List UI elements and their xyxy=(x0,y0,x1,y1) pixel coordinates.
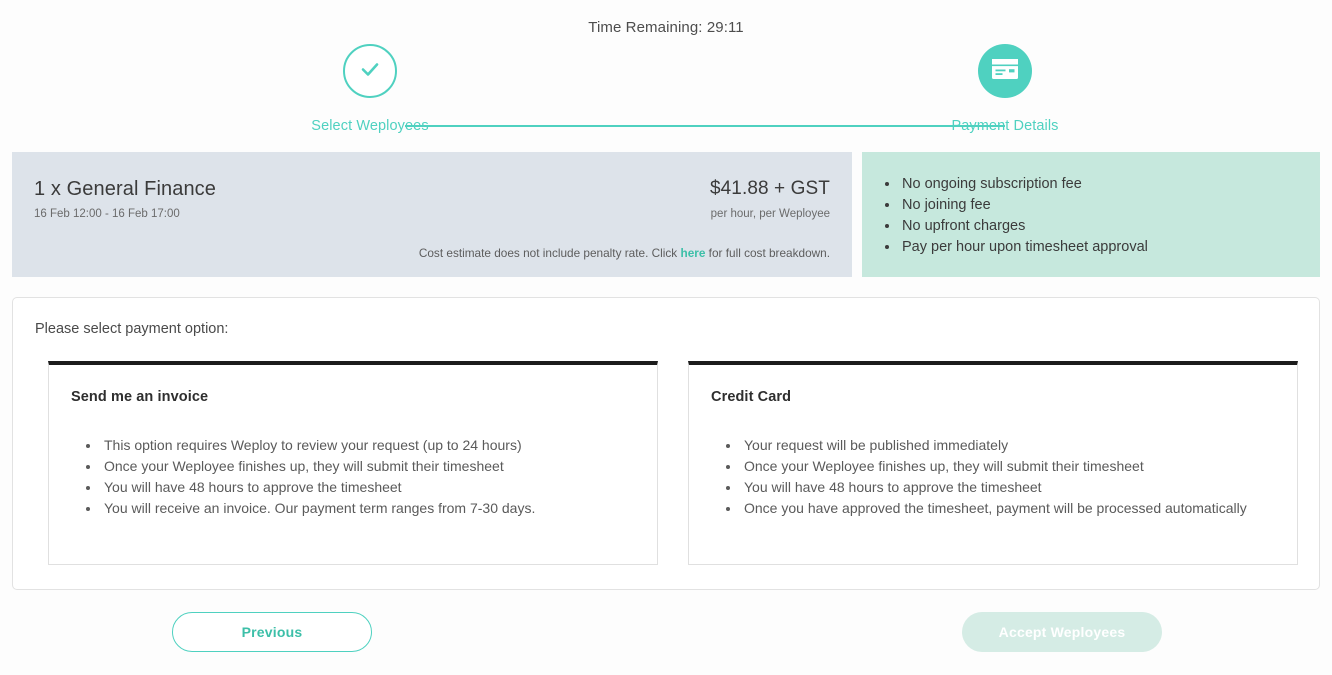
cost-estimate-note: Cost estimate does not include penalty r… xyxy=(419,246,830,260)
stepper-step-label: Payment Details xyxy=(951,118,1059,134)
list-item: Once your Weployee finishes up, they wil… xyxy=(101,456,637,477)
list-item: This option requires Weploy to review yo… xyxy=(101,435,637,456)
step-circle-completed xyxy=(343,44,397,98)
list-item: You will receive an invoice. Our payment… xyxy=(101,498,637,519)
step-circle-active xyxy=(978,44,1032,98)
accept-weployees-button[interactable]: Accept Weployees xyxy=(962,612,1162,652)
price-unit-label: per hour, per Weployee xyxy=(710,208,830,220)
benefits-card: No ongoing subscription fee No joining f… xyxy=(862,152,1320,277)
payment-option-credit-card[interactable]: Credit Card Your request will be publish… xyxy=(688,361,1298,565)
cost-note-text-before: Cost estimate does not include penalty r… xyxy=(418,246,681,260)
cost-note-text-after: for full cost breakdown. xyxy=(705,246,830,260)
list-item: Once you have approved the timesheet, pa… xyxy=(741,498,1277,519)
payment-option-cards: Send me an invoice This option requires … xyxy=(13,337,1319,565)
price-block: $41.88 + GST per hour, per Weployee xyxy=(710,178,830,220)
time-remaining-label: Time Remaining: 29:11 xyxy=(588,19,744,36)
job-summary-card: 1 x General Finance 16 Feb 12:00 - 16 Fe… xyxy=(12,152,852,277)
list-item: No upfront charges xyxy=(900,216,1320,237)
stepper-step-select-weployees[interactable]: Select Weployees xyxy=(260,44,480,134)
payment-option-prompt: Please select payment option: xyxy=(35,321,229,337)
payment-option-invoice[interactable]: Send me an invoice This option requires … xyxy=(48,361,658,565)
check-icon xyxy=(358,57,382,86)
option-bullet-list: This option requires Weploy to review yo… xyxy=(71,435,637,519)
previous-button[interactable]: Previous xyxy=(172,612,372,652)
footer-actions: Previous Accept Weployees xyxy=(0,612,1332,654)
summary-row: 1 x General Finance 16 Feb 12:00 - 16 Fe… xyxy=(12,152,1320,277)
payment-options-panel: Please select payment option: Send me an… xyxy=(12,297,1320,590)
cost-breakdown-link[interactable]: here xyxy=(680,246,705,260)
price-amount: $41.88 + GST xyxy=(709,178,830,199)
option-title: Send me an invoice xyxy=(71,389,209,405)
option-bullet-list: Your request will be published immediate… xyxy=(711,435,1277,519)
stepper-step-label: Select Weployees xyxy=(311,118,429,134)
option-title: Credit Card xyxy=(711,389,792,405)
credit-card-icon xyxy=(992,58,1018,84)
list-item: No ongoing subscription fee xyxy=(900,174,1320,195)
stepper-step-payment-details[interactable]: Payment Details xyxy=(895,44,1115,134)
list-item: You will have 48 hours to approve the ti… xyxy=(101,477,637,498)
list-item: Once your Weployee finishes up, they wil… xyxy=(741,456,1277,477)
list-item: Your request will be published immediate… xyxy=(741,435,1277,456)
list-item: Pay per hour upon timesheet approval xyxy=(900,237,1320,258)
benefits-list: No ongoing subscription fee No joining f… xyxy=(862,174,1320,258)
progress-stepper: Select Weployees Payment Details xyxy=(0,44,1332,134)
payment-details-page: Time Remaining: 29:11 Select Weployees P… xyxy=(0,0,1332,675)
list-item: No joining fee xyxy=(900,195,1320,216)
list-item: You will have 48 hours to approve the ti… xyxy=(741,477,1277,498)
